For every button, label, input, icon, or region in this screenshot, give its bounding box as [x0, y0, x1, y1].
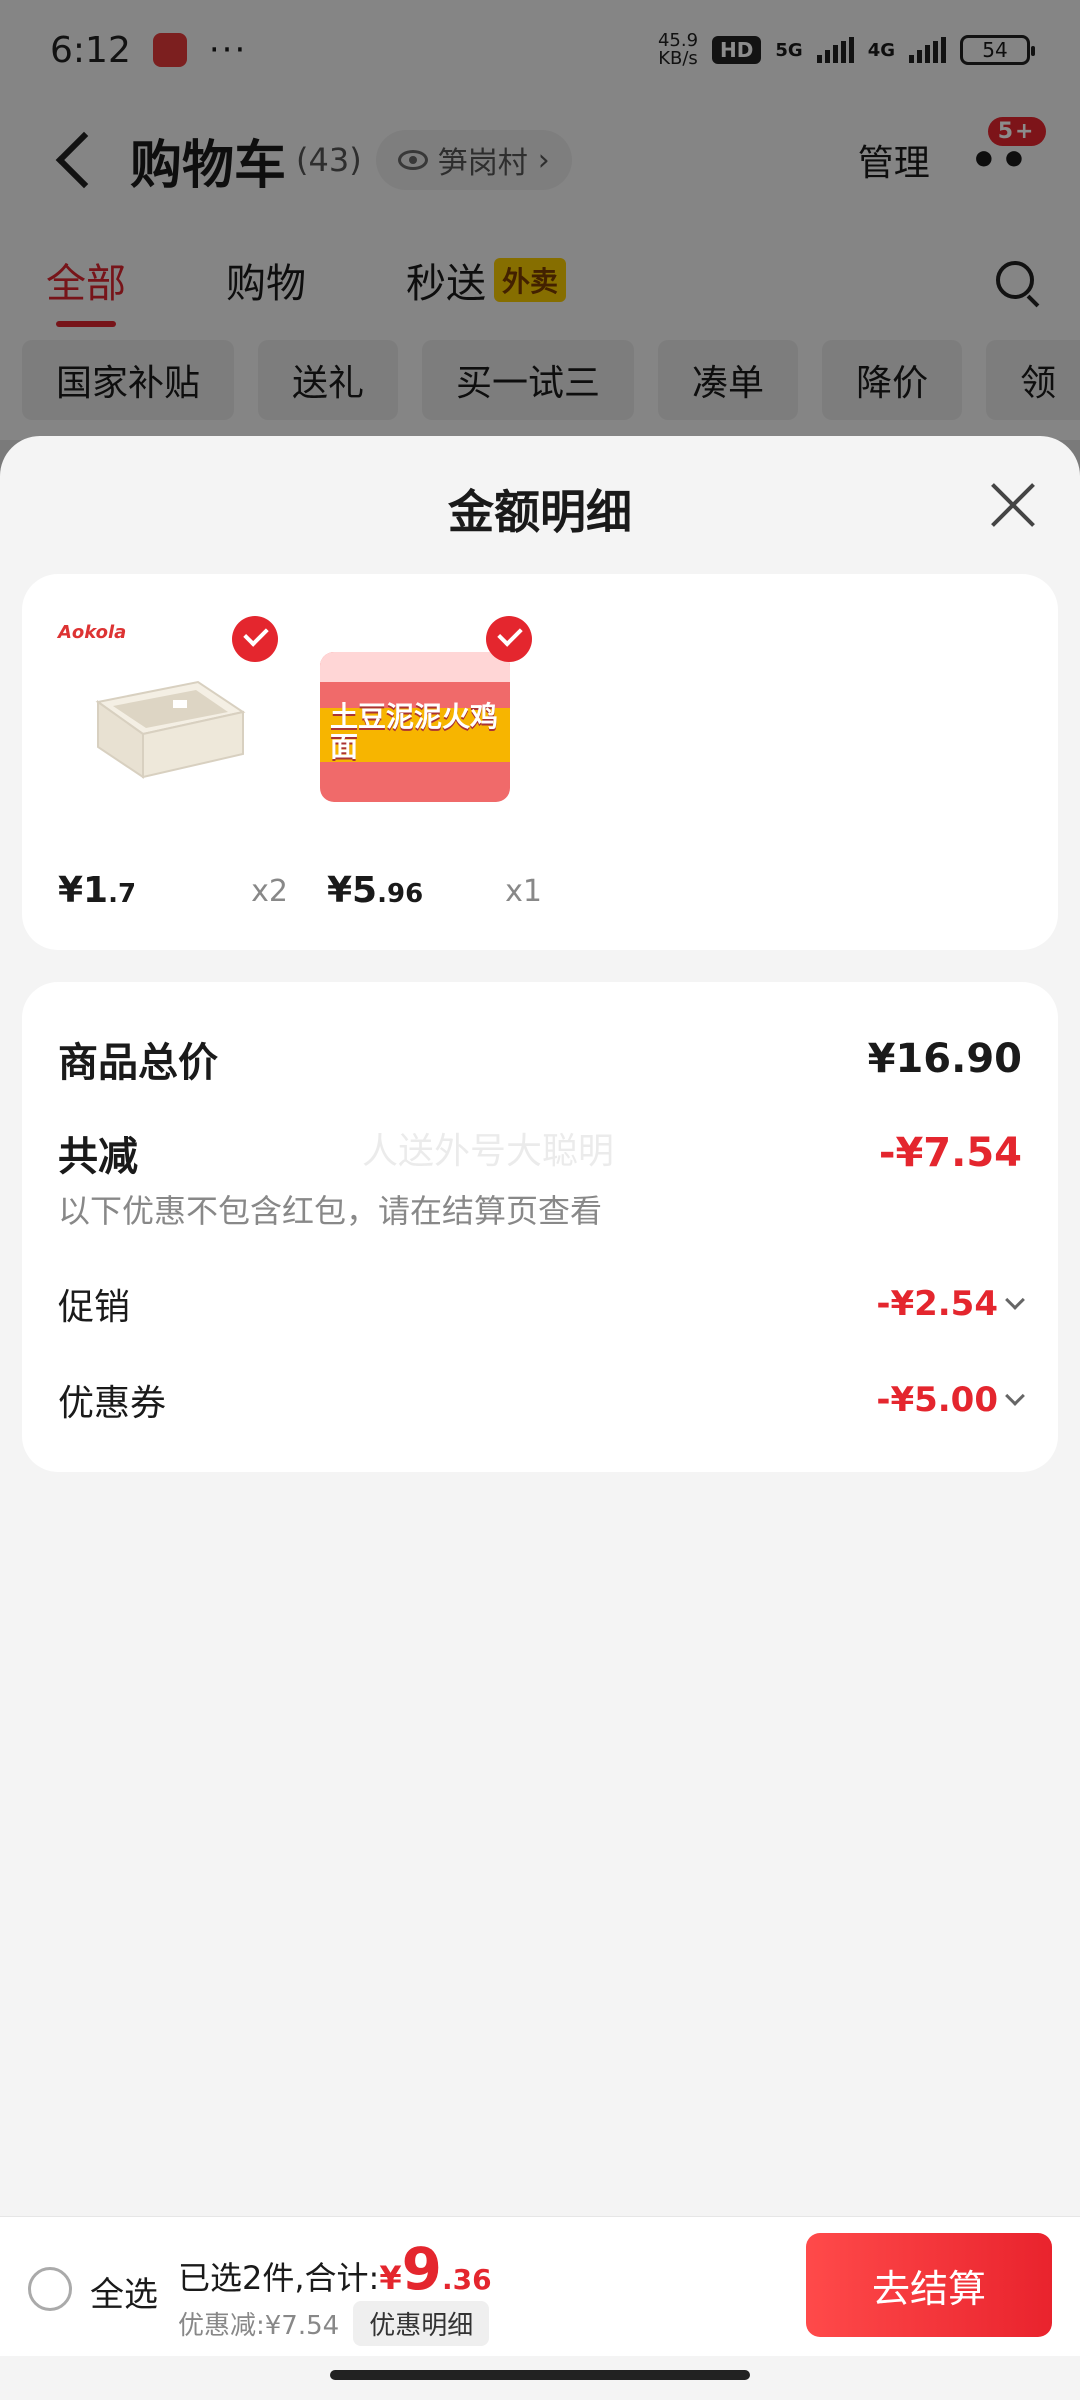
junction-box-image	[95, 680, 246, 779]
promotion-row[interactable]: 促销 -¥2.54	[58, 1278, 1025, 1330]
promotion-value: -¥2.54	[876, 1284, 1025, 1324]
pack-label: 土豆泥泥火鸡面	[330, 700, 499, 763]
selected-check-icon[interactable]	[232, 616, 278, 662]
discount-text: 优惠减:¥7.54	[178, 2311, 340, 2341]
product-image: Aokola	[48, 616, 278, 842]
chevron-down-icon	[1005, 1290, 1025, 1310]
reduction-label: 共减	[58, 1134, 138, 1180]
product-image: 土豆泥泥火鸡面	[302, 616, 532, 842]
modal-overlay[interactable]	[0, 0, 1080, 440]
discount-detail-button[interactable]: 优惠明细	[353, 2301, 490, 2346]
selected-check-icon[interactable]	[486, 616, 532, 662]
product-price: ¥1.7	[58, 870, 137, 911]
selected-products-card: Aokola ¥1.7 x2 土豆泥泥火鸡面 ¥5.96 x1	[22, 574, 1058, 950]
product-quantity: x1	[505, 874, 542, 909]
close-icon[interactable]	[988, 480, 1038, 530]
product-item[interactable]: 土豆泥泥火鸡面 ¥5.96 x1	[302, 616, 542, 922]
total-value: ¥16.90	[867, 1036, 1022, 1082]
noodle-pack-image: 土豆泥泥火鸡面	[320, 652, 510, 802]
discount-note: 以下优惠不包含红包，请在结算页查看	[58, 1192, 603, 1230]
discount-line: 优惠减:¥7.54 优惠明细	[178, 2301, 490, 2346]
reduction-row: 共减 -¥7.54	[58, 1124, 1022, 1182]
sheet-title: 金额明细	[448, 485, 632, 539]
total-price: ¥9.36	[379, 2235, 492, 2303]
promotion-label: 促销	[58, 1287, 131, 1328]
coupon-label: 优惠券	[58, 1383, 167, 1424]
select-all-label[interactable]: 全选	[90, 2267, 158, 2316]
brand-logo: Aokola	[58, 622, 127, 643]
total-row: 商品总价 ¥16.90	[58, 1030, 1022, 1088]
product-item[interactable]: Aokola ¥1.7 x2	[48, 616, 288, 922]
select-all-radio[interactable]	[28, 2267, 72, 2311]
reduction-value: -¥7.54	[878, 1130, 1022, 1176]
product-quantity: x2	[251, 874, 288, 909]
price-summary-card: 人送外号大聪明 商品总价 ¥16.90 共减 -¥7.54 以下优惠不包含红包，…	[22, 982, 1058, 1472]
total-label: 商品总价	[58, 1040, 218, 1086]
home-indicator[interactable]	[330, 2370, 750, 2380]
chevron-down-icon	[1005, 1386, 1025, 1406]
total-summary: 已选2件,合计: ¥9.36	[178, 2235, 492, 2303]
amount-detail-sheet: 金额明细 Aokola ¥1.7 x2 土豆泥泥火鸡面 ¥5.96 x1 人送外…	[0, 436, 1080, 2400]
product-price: ¥5.96	[327, 870, 424, 911]
coupon-value: -¥5.00	[876, 1380, 1025, 1420]
checkout-bar: 全选 已选2件,合计: ¥9.36 优惠减:¥7.54 优惠明细 去结算	[0, 2216, 1080, 2356]
selected-count-text: 已选2件,合计:	[178, 2259, 380, 2297]
coupon-row[interactable]: 优惠券 -¥5.00	[58, 1374, 1025, 1426]
checkout-button[interactable]: 去结算	[806, 2233, 1052, 2337]
